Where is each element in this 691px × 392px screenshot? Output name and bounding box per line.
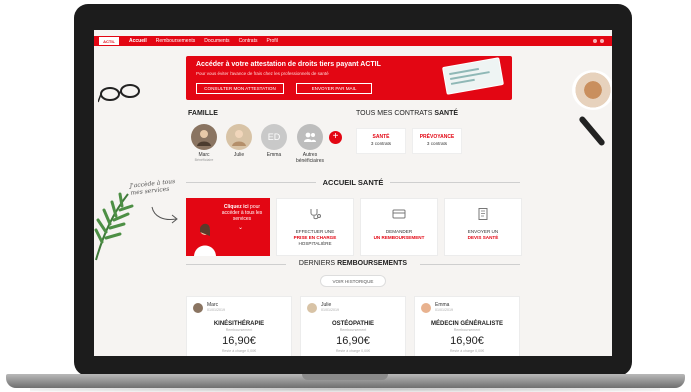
card-date: 01/01/2019 xyxy=(207,308,225,312)
insurance-card-illustration xyxy=(442,57,504,95)
nav-right-controls xyxy=(593,39,604,43)
tile-line-bold: PRISE EN CHARGE xyxy=(293,235,337,240)
avatar: ED xyxy=(261,124,287,150)
tile-text: EFFECTUER UNE PRISE EN CHARGE HOSPITALIÈ… xyxy=(277,229,353,247)
avatar xyxy=(193,303,203,313)
tile-text: DEMANDER UN REMBOURSEMENT xyxy=(361,229,437,241)
member-name: Autres bénéficiaires xyxy=(295,152,325,164)
member-emma[interactable]: ED Emma xyxy=(254,124,294,158)
contrats-title-bold: SANTÉ xyxy=(434,110,459,117)
all-services-tile[interactable]: Cliquez ici pour accéder à tous les serv… xyxy=(186,198,270,256)
coffee-cup-decoration xyxy=(572,70,612,110)
avatar xyxy=(226,124,252,150)
history-button[interactable]: VOIR HISTORIQUE xyxy=(320,275,386,287)
card-footer: Reste à charge 0,00€ xyxy=(335,349,371,353)
avatar xyxy=(191,124,217,150)
chevron-down-icon: ⌄ xyxy=(238,225,244,231)
tile-line-3: HOSPITALIÈRE xyxy=(298,241,332,246)
remboursements-title: DERNIERS REMBOURSEMENTS xyxy=(94,260,612,267)
laptop-mockup: ACTIL Accueil Remboursements Documents C… xyxy=(0,0,691,392)
member-marc[interactable]: Marc Bénéficiaire xyxy=(184,124,224,162)
member-name: Emma xyxy=(266,152,282,158)
remboursement-card-marc[interactable]: Marc 01/01/2019 KINÉSITHÉRAPIE Rembourse… xyxy=(186,296,292,356)
contract-sante[interactable]: SANTÉ 3 contrats xyxy=(356,128,406,154)
group-icon xyxy=(297,124,323,150)
famille-title: FAMILLE xyxy=(188,110,218,117)
card-date: 01/01/2019 xyxy=(321,308,339,312)
tile-prise-en-charge[interactable]: EFFECTUER UNE PRISE EN CHARGE HOSPITALIÈ… xyxy=(276,198,354,256)
nav-item-contrats[interactable]: Contrats xyxy=(239,38,258,44)
glasses-decoration xyxy=(98,84,140,103)
tile-remboursement[interactable]: DEMANDER UN REMBOURSEMENT xyxy=(360,198,438,256)
laptop-notch xyxy=(302,374,388,380)
card-icon xyxy=(392,209,406,219)
person-illustration xyxy=(194,223,216,256)
card-date: 01/01/2019 xyxy=(435,308,453,312)
tile-line-bold: UN REMBOURSEMENT xyxy=(373,235,425,240)
accueil-sante-title: ACCUEIL SANTÉ xyxy=(322,178,384,187)
send-by-mail-button[interactable]: ENVOYER PAR MAIL xyxy=(296,83,372,94)
tile-text: ENVOYER UN DEVIS SANTÉ xyxy=(445,229,521,241)
avatar xyxy=(307,303,317,313)
contrats-title-pre: TOUS MES CONTRATS xyxy=(356,110,433,117)
nav-item-accueil[interactable]: Accueil xyxy=(129,38,147,44)
notification-icon[interactable] xyxy=(593,39,597,43)
card-footer: Reste à charge 0,00€ xyxy=(221,349,257,353)
card-amount: 16,90€ xyxy=(450,335,484,347)
contract-count: 3 contrats xyxy=(426,141,448,146)
banner-title: Accéder à votre attestation de droits ti… xyxy=(196,61,381,68)
card-type: MÉDECIN GÉNÉRALISTE xyxy=(430,321,503,327)
tile-devis[interactable]: ENVOYER UN DEVIS SANTÉ xyxy=(444,198,522,256)
nav-item-remboursements[interactable]: Remboursements xyxy=(156,38,195,44)
contrats-title: TOUS MES CONTRATS SANTÉ xyxy=(356,110,458,117)
member-role: Bénéficiaire xyxy=(194,158,214,162)
card-type: OSTÉOPATHIE xyxy=(331,321,375,327)
attestation-banner: Accéder à votre attestation de droits ti… xyxy=(186,56,512,100)
remboursement-card-julie[interactable]: Julie 01/01/2019 OSTÉOPATHIE Rembourseme… xyxy=(300,296,406,356)
tile-line-bold: DEVIS SANTÉ xyxy=(467,235,499,240)
card-amount: 16,90€ xyxy=(222,335,256,347)
banner-subtitle: Pour vous éviter l'avance de frais chez … xyxy=(196,71,329,76)
nav-item-documents[interactable]: Documents xyxy=(204,38,229,44)
contract-name: SANTÉ xyxy=(372,134,390,140)
document-icon xyxy=(478,208,488,220)
member-autres[interactable]: Autres bénéficiaires xyxy=(290,124,330,164)
screen: ACTIL Accueil Remboursements Documents C… xyxy=(94,30,612,356)
member-julie[interactable]: Julie xyxy=(219,124,259,158)
brand-logo[interactable]: ACTIL xyxy=(98,36,120,46)
stethoscope-icon xyxy=(310,209,321,220)
remb-title-bold: REMBOURSEMENTS xyxy=(337,260,408,267)
remboursement-card-emma[interactable]: Emma 01/01/2019 MÉDECIN GÉNÉRALISTE Remb… xyxy=(414,296,520,356)
contract-name: PRÉVOYANCE xyxy=(419,134,455,140)
pen-decoration xyxy=(578,115,606,147)
card-sub: Remboursement xyxy=(453,328,481,332)
handwritten-arrow-icon xyxy=(151,206,178,224)
top-navbar: ACTIL Accueil Remboursements Documents C… xyxy=(94,36,612,46)
consult-attestation-button[interactable]: CONSULTER MON ATTESTATION xyxy=(196,83,284,94)
card-sub: Remboursement xyxy=(339,328,367,332)
member-name: Julie xyxy=(233,152,245,158)
contract-count: 3 contrats xyxy=(370,141,392,146)
card-sub: Remboursement xyxy=(225,328,253,332)
all-services-text: Cliquez ici pour accéder à tous les serv… xyxy=(216,204,268,222)
card-amount: 16,90€ xyxy=(336,335,370,347)
avatar xyxy=(421,303,431,313)
nav-item-profil[interactable]: Profil xyxy=(266,38,277,44)
add-member-button[interactable]: + xyxy=(329,131,342,144)
contract-prevoyance[interactable]: PRÉVOYANCE 3 contrats xyxy=(412,128,462,154)
card-type: KINÉSITHÉRAPIE xyxy=(213,321,265,327)
remb-title-pre: DERNIERS xyxy=(298,260,336,267)
account-icon[interactable] xyxy=(600,39,604,43)
card-footer: Reste à charge 0,00€ xyxy=(449,349,485,353)
